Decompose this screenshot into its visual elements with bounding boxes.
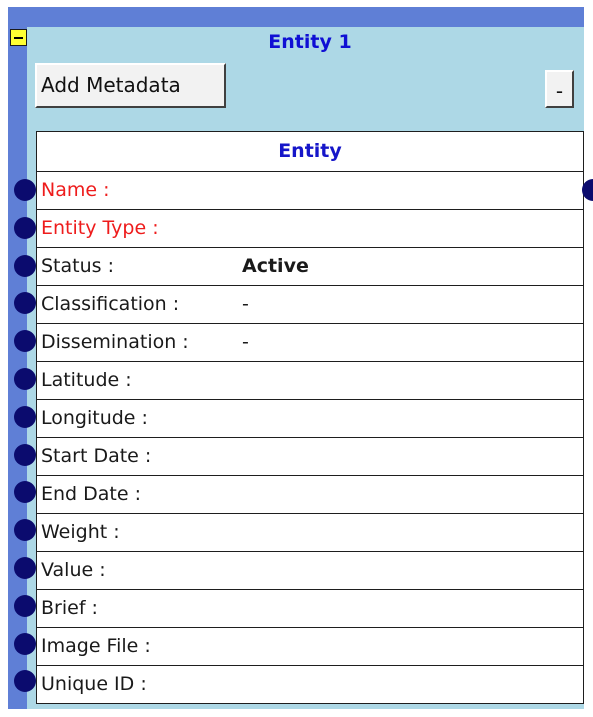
row-value: Active xyxy=(242,255,309,277)
row-label: Name : xyxy=(41,179,110,201)
row-label: Start Date : xyxy=(41,445,152,467)
table-row-end-date[interactable]: End Date : xyxy=(37,476,583,514)
table-row-status[interactable]: Status : Active xyxy=(37,248,583,286)
left-port-icon[interactable] xyxy=(14,179,36,201)
entity-title: Entity 1 xyxy=(268,31,352,53)
left-port-icon[interactable] xyxy=(14,443,36,466)
table-row-longitude[interactable]: Longitude : xyxy=(37,400,583,438)
table-row-image-file[interactable]: Image File : xyxy=(37,628,583,666)
table-row-value[interactable]: Value : xyxy=(37,552,583,590)
left-port-icon[interactable] xyxy=(14,216,36,239)
row-label: Dissemination : xyxy=(41,331,189,353)
table-row-start-date[interactable]: Start Date : xyxy=(37,438,583,476)
table-row-latitude[interactable]: Latitude : xyxy=(37,362,583,400)
row-label: Entity Type : xyxy=(41,217,159,239)
row-label: Value : xyxy=(41,559,106,581)
table-row-brief[interactable]: Brief : xyxy=(37,590,583,628)
left-port-icon[interactable] xyxy=(14,254,36,277)
row-label: Weight : xyxy=(41,521,120,543)
table-row-classification[interactable]: Classification : - xyxy=(37,286,583,324)
row-label: Status : xyxy=(41,255,114,277)
table-row-entity-type[interactable]: Entity Type : xyxy=(37,210,583,248)
table-row-weight[interactable]: Weight : xyxy=(37,514,583,552)
row-value: - xyxy=(242,293,249,315)
row-value: - xyxy=(242,331,249,353)
row-label: End Date : xyxy=(41,483,142,505)
add-metadata-button[interactable]: Add Metadata xyxy=(35,63,226,108)
table-header: Entity xyxy=(37,132,583,172)
left-port-icon[interactable] xyxy=(14,368,36,390)
row-label: Longitude : xyxy=(41,407,148,429)
entity-properties-table: Entity Name : Entity Type : Status : Act… xyxy=(36,131,584,704)
row-label: Classification : xyxy=(41,293,180,315)
collapse-toggle-icon[interactable] xyxy=(10,29,27,46)
left-port-icon[interactable] xyxy=(14,557,36,579)
left-port-icon[interactable] xyxy=(14,594,36,617)
table-row-unique-id[interactable]: Unique ID : xyxy=(37,666,583,704)
row-label: Image File : xyxy=(41,635,151,657)
table-row-dissemination[interactable]: Dissemination : - xyxy=(37,324,583,362)
row-label: Brief : xyxy=(41,597,98,619)
row-label: Latitude : xyxy=(41,369,132,391)
left-port-icon[interactable] xyxy=(14,405,36,428)
table-row-name[interactable]: Name : xyxy=(37,172,583,210)
minus-button[interactable]: - xyxy=(545,70,574,108)
row-label: Unique ID : xyxy=(41,673,147,695)
left-port-icon[interactable] xyxy=(14,632,36,655)
